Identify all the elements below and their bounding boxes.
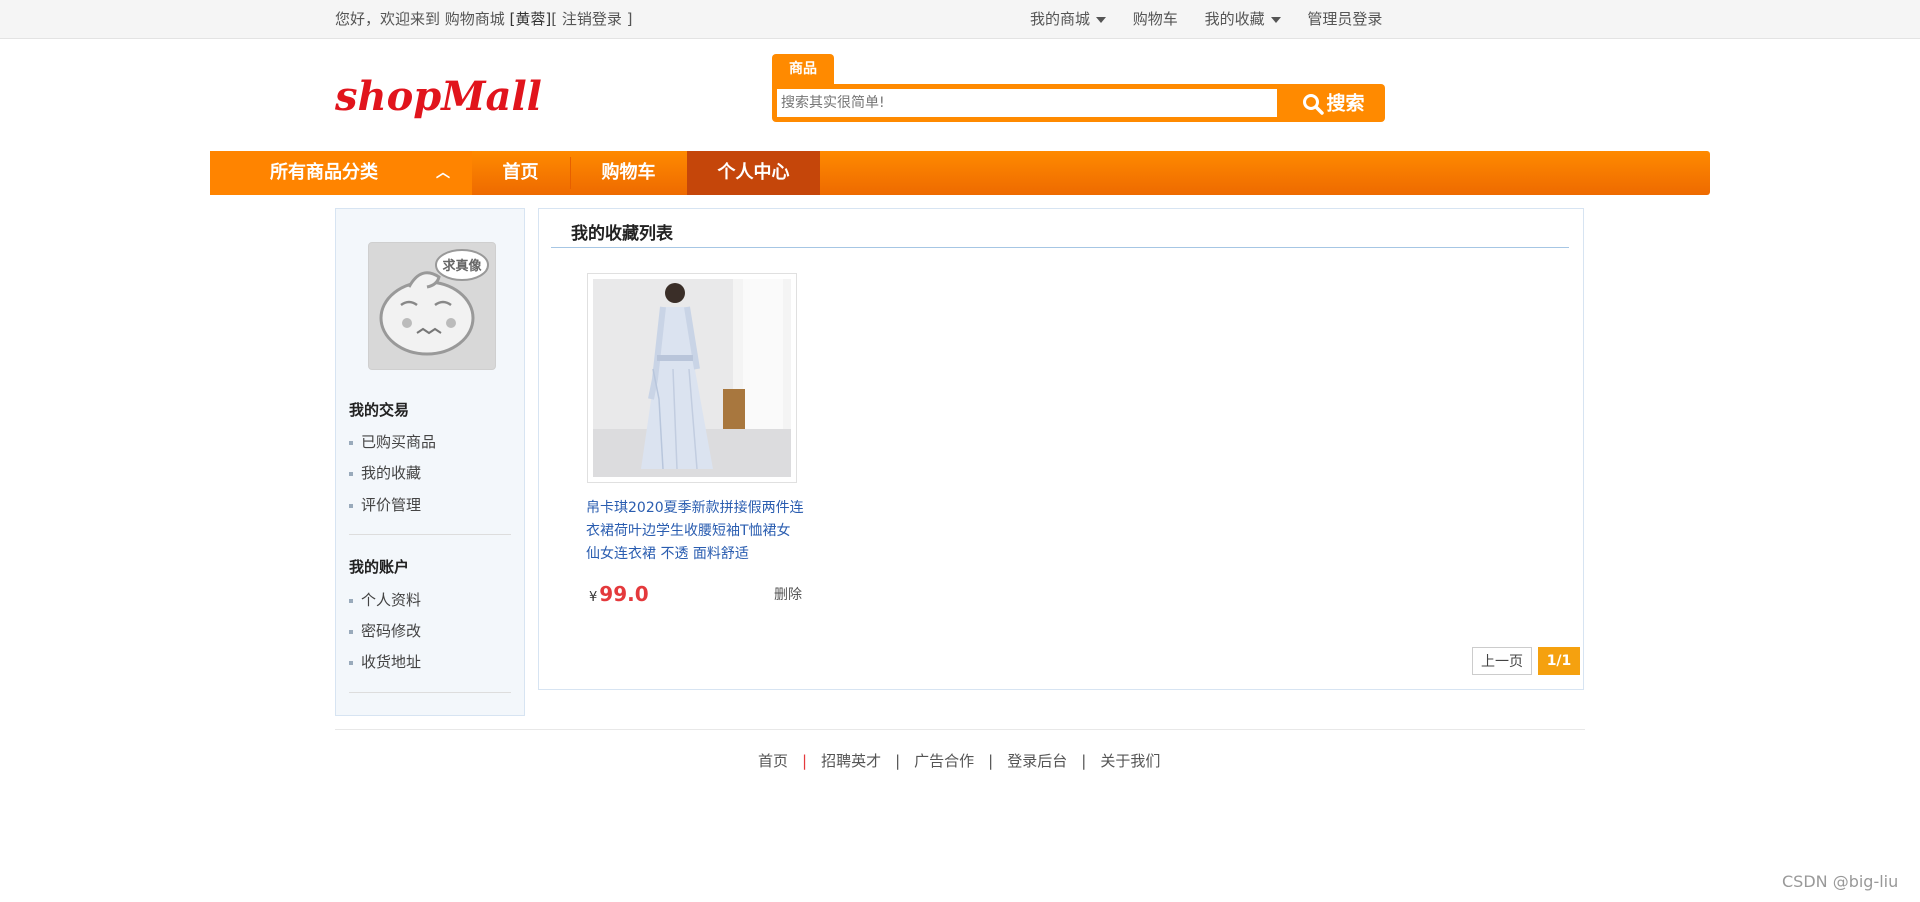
footer-separator: |	[988, 752, 994, 770]
divider	[349, 692, 511, 693]
sidebar-item-favorites[interactable]: 我的收藏	[349, 462, 421, 483]
bullet-icon	[349, 629, 353, 634]
page-title: 我的收藏列表	[571, 224, 673, 244]
sidebar-item-label: 收货地址	[361, 653, 422, 671]
sidebar-item-password[interactable]: 密码修改	[349, 620, 421, 641]
product-name-link[interactable]: 帛卡琪2020夏季新款拼接假两件连衣裙荷叶边学生收腰短袖T恤裙女 仙女连衣裙 不…	[586, 497, 808, 566]
main-nav: 所有商品分类 ︿ 首页 购物车 个人中心	[210, 151, 1710, 195]
all-categories-menu[interactable]: 所有商品分类 ︿	[210, 151, 472, 195]
sidebar-item-label: 我的收藏	[361, 464, 422, 482]
search-tab-goods[interactable]: 商品	[772, 54, 834, 84]
watermark: CSDN @big-liu	[1782, 872, 1899, 891]
nav-cart[interactable]: 购物车	[571, 151, 686, 195]
cart-link[interactable]: 购物车	[1133, 0, 1178, 38]
my-mall-label: 我的商城	[1030, 10, 1091, 28]
nav-personal-center[interactable]: 个人中心	[687, 151, 820, 195]
bullet-icon	[349, 660, 353, 665]
svg-text:shopMall: shopMall	[334, 73, 542, 120]
top-links: 我的商城 购物车 我的收藏 管理员登录	[1030, 0, 1404, 38]
product-photo	[593, 279, 791, 477]
footer-separator: |	[1081, 752, 1087, 770]
footer-about-link[interactable]: 关于我们	[1100, 750, 1160, 771]
sidebar-item-label: 评价管理	[361, 496, 422, 514]
footer-ads-link[interactable]: 广告合作	[914, 750, 974, 771]
sidebar-item-label: 个人资料	[361, 591, 422, 609]
sidebar-item-profile[interactable]: 个人资料	[349, 589, 421, 610]
bullet-icon	[349, 598, 353, 603]
svg-text:求真像: 求真像	[442, 258, 482, 274]
price-value: 99.0	[599, 582, 649, 606]
logo-image: shopMall	[334, 73, 542, 120]
footer-separator: |	[802, 752, 808, 770]
prev-page-button[interactable]: 上一页	[1472, 647, 1532, 675]
product-price: ¥99.0	[589, 582, 649, 606]
divider	[349, 534, 511, 535]
all-categories-label: 所有商品分类	[270, 162, 378, 183]
logout-link[interactable]: [ 注销登录 ]	[551, 10, 632, 28]
logo[interactable]: shopMall	[333, 70, 553, 126]
chevron-up-icon: ︿	[436, 165, 450, 181]
top-bar: 您好，欢迎来到 购物商城 [黄蓉][ 注销登录 ] 我的商城 购物车 我的收藏 …	[0, 0, 1920, 39]
sidebar-item-label: 密码修改	[361, 622, 422, 640]
bullet-icon	[349, 503, 353, 508]
currency-symbol: ¥	[589, 590, 598, 605]
footer-links: 首页 | 招聘英才 | 广告合作 | 登录后台 | 关于我们	[758, 750, 1160, 771]
footer-home-link[interactable]: 首页	[758, 750, 788, 771]
product-image[interactable]	[587, 273, 797, 483]
section-my-account: 我的账户	[349, 558, 410, 576]
footer-admin-login-link[interactable]: 登录后台	[1007, 750, 1067, 771]
bullet-icon	[349, 440, 353, 445]
favorites-panel: 我的收藏列表 帛卡琪2020夏季新款拼接假两件连衣裙荷叶边学生收腰短袖T恤裙女 …	[538, 208, 1584, 690]
title-divider	[551, 247, 1569, 248]
welcome-area: 您好，欢迎来到 购物商城 [黄蓉][ 注销登录 ]	[335, 0, 633, 38]
nav-home[interactable]: 首页	[472, 151, 569, 195]
caret-down-icon	[1096, 16, 1107, 23]
search-button-label: 搜索	[1326, 92, 1365, 115]
footer-divider	[335, 729, 1585, 730]
search-input[interactable]	[777, 89, 1277, 117]
bullet-icon	[349, 471, 353, 476]
sidebar: 求真像 我的交易 已购买商品 我的收藏 评价管理 我的账户 个人资料 密码修改 …	[335, 208, 525, 716]
welcome-text: 您好，欢迎来到 购物商城	[335, 10, 510, 28]
search-icon	[1303, 93, 1325, 115]
footer-careers-link[interactable]: 招聘英才	[821, 750, 881, 771]
sidebar-item-reviews[interactable]: 评价管理	[349, 494, 421, 515]
search-button[interactable]: 搜索	[1282, 84, 1385, 122]
section-my-transactions: 我的交易	[349, 401, 410, 419]
sidebar-item-purchased[interactable]: 已购买商品	[349, 431, 436, 452]
avatar[interactable]: 求真像	[368, 242, 496, 370]
sidebar-item-address[interactable]: 收货地址	[349, 651, 421, 672]
sidebar-item-label: 已购买商品	[361, 433, 437, 451]
caret-down-icon	[1270, 16, 1281, 23]
current-page-indicator: 1/1	[1538, 647, 1580, 675]
admin-login-link[interactable]: 管理员登录	[1307, 0, 1382, 38]
default-avatar-icon: 求真像	[379, 249, 489, 356]
delete-favorite-button[interactable]: 删除	[774, 584, 802, 604]
my-favorites-label: 我的收藏	[1204, 10, 1265, 28]
search-box: 搜索	[772, 84, 1385, 122]
footer-separator: |	[895, 752, 901, 770]
my-favorites-menu[interactable]: 我的收藏	[1205, 0, 1281, 38]
my-mall-menu[interactable]: 我的商城	[1030, 0, 1107, 38]
username: [黄蓉]	[509, 10, 552, 28]
